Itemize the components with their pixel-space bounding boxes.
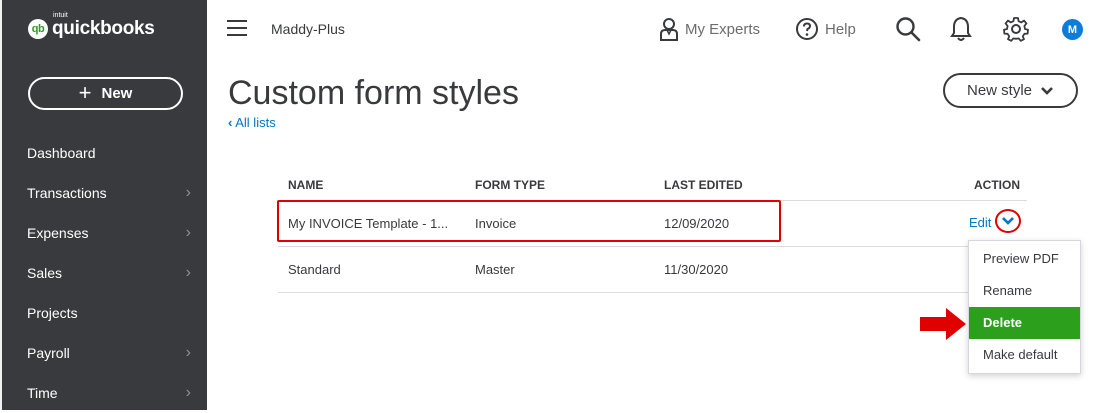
- sidebar-item-label: Dashboard: [27, 145, 96, 161]
- row-highlight-annotation: [277, 200, 781, 242]
- new-style-button[interactable]: New style: [943, 73, 1078, 108]
- logo-quickbooks-text: quickbooks: [52, 18, 155, 39]
- sidebar-item-label: Projects: [27, 305, 78, 321]
- chevron-down-icon: [1041, 86, 1053, 95]
- hamburger-icon[interactable]: [227, 20, 247, 36]
- logo-intuit-text: intuit: [53, 12, 68, 19]
- sidebar-nav: Dashboard Transactions › Expenses › Sale…: [0, 133, 207, 413]
- help-label: Help: [825, 20, 856, 38]
- sidebar-item-transactions[interactable]: Transactions ›: [0, 173, 207, 213]
- sidebar-item-label: Payroll: [27, 345, 70, 361]
- qb-logo-icon: qb: [28, 19, 48, 39]
- cell-form-type: Master: [475, 262, 515, 277]
- sidebar-item-label: Expenses: [27, 225, 89, 241]
- chevron-down-icon: [1002, 217, 1014, 225]
- table-header: NAME FORM TYPE LAST EDITED ACTION: [278, 170, 1027, 201]
- header-last-edited[interactable]: LAST EDITED: [664, 170, 743, 200]
- menu-item-make-default[interactable]: Make default: [969, 339, 1080, 371]
- top-bar: Maddy-Plus My Experts Help M: [207, 0, 1099, 58]
- help-button[interactable]: Help: [795, 17, 856, 41]
- cell-last-edited: 11/30/2020: [664, 262, 729, 277]
- header-action: ACTION: [974, 178, 1020, 192]
- menu-item-rename[interactable]: Rename: [969, 275, 1080, 307]
- table-row[interactable]: Standard Master 11/30/2020: [278, 247, 1027, 293]
- sidebar-item-payroll[interactable]: Payroll ›: [0, 333, 207, 373]
- sidebar-item-label: Transactions: [27, 185, 107, 201]
- new-button[interactable]: + New: [28, 77, 183, 110]
- chevron-right-icon: ›: [185, 224, 191, 241]
- chevron-left-icon: ‹: [228, 115, 233, 130]
- sidebar-item-label: Sales: [27, 265, 63, 281]
- header-name[interactable]: NAME: [288, 170, 323, 200]
- all-lists-label: All lists: [235, 115, 276, 130]
- help-icon: [796, 18, 818, 40]
- new-style-label: New style: [966, 82, 1033, 99]
- sidebar: qb intuit quickbooks + New Dashboard Tra…: [0, 0, 207, 410]
- page-title: Custom form styles: [228, 74, 519, 112]
- gear-icon[interactable]: [1003, 16, 1029, 42]
- sidebar-item-sales[interactable]: Sales ›: [0, 253, 207, 293]
- action-dropdown-toggle[interactable]: [995, 209, 1021, 233]
- new-button-label: New: [101, 85, 133, 102]
- menu-item-delete[interactable]: Delete: [969, 307, 1080, 339]
- quickbooks-logo[interactable]: qb intuit quickbooks: [28, 12, 155, 40]
- chevron-right-icon: ›: [185, 384, 191, 401]
- sidebar-item-label: Time: [27, 385, 58, 401]
- sidebar-item-dashboard[interactable]: Dashboard: [0, 133, 207, 173]
- my-experts-button[interactable]: My Experts: [659, 17, 760, 41]
- company-name: Maddy-Plus: [271, 21, 345, 37]
- search-icon[interactable]: [895, 16, 921, 42]
- action-menu: Preview PDF Rename Delete Make default: [968, 240, 1081, 374]
- chevron-right-icon: ›: [185, 344, 191, 361]
- chevron-right-icon: ›: [185, 184, 191, 201]
- all-lists-link[interactable]: ‹ All lists: [228, 115, 276, 130]
- header-form-type[interactable]: FORM TYPE: [475, 170, 545, 200]
- logo-wordmark: intuit quickbooks: [52, 12, 155, 40]
- menu-item-preview-pdf[interactable]: Preview PDF: [969, 243, 1080, 275]
- edit-link[interactable]: Edit: [969, 215, 991, 230]
- avatar[interactable]: M: [1062, 19, 1083, 40]
- person-icon: [660, 18, 678, 41]
- my-experts-label: My Experts: [685, 20, 761, 38]
- chevron-right-icon: ›: [185, 264, 191, 281]
- bell-icon[interactable]: [950, 16, 972, 42]
- plus-icon: +: [78, 79, 92, 105]
- sidebar-item-projects[interactable]: Projects: [0, 293, 207, 333]
- sidebar-item-time[interactable]: Time ›: [0, 373, 207, 413]
- red-arrow-icon: [920, 308, 966, 340]
- sidebar-item-expenses[interactable]: Expenses ›: [0, 213, 207, 253]
- cell-name: Standard: [288, 262, 341, 277]
